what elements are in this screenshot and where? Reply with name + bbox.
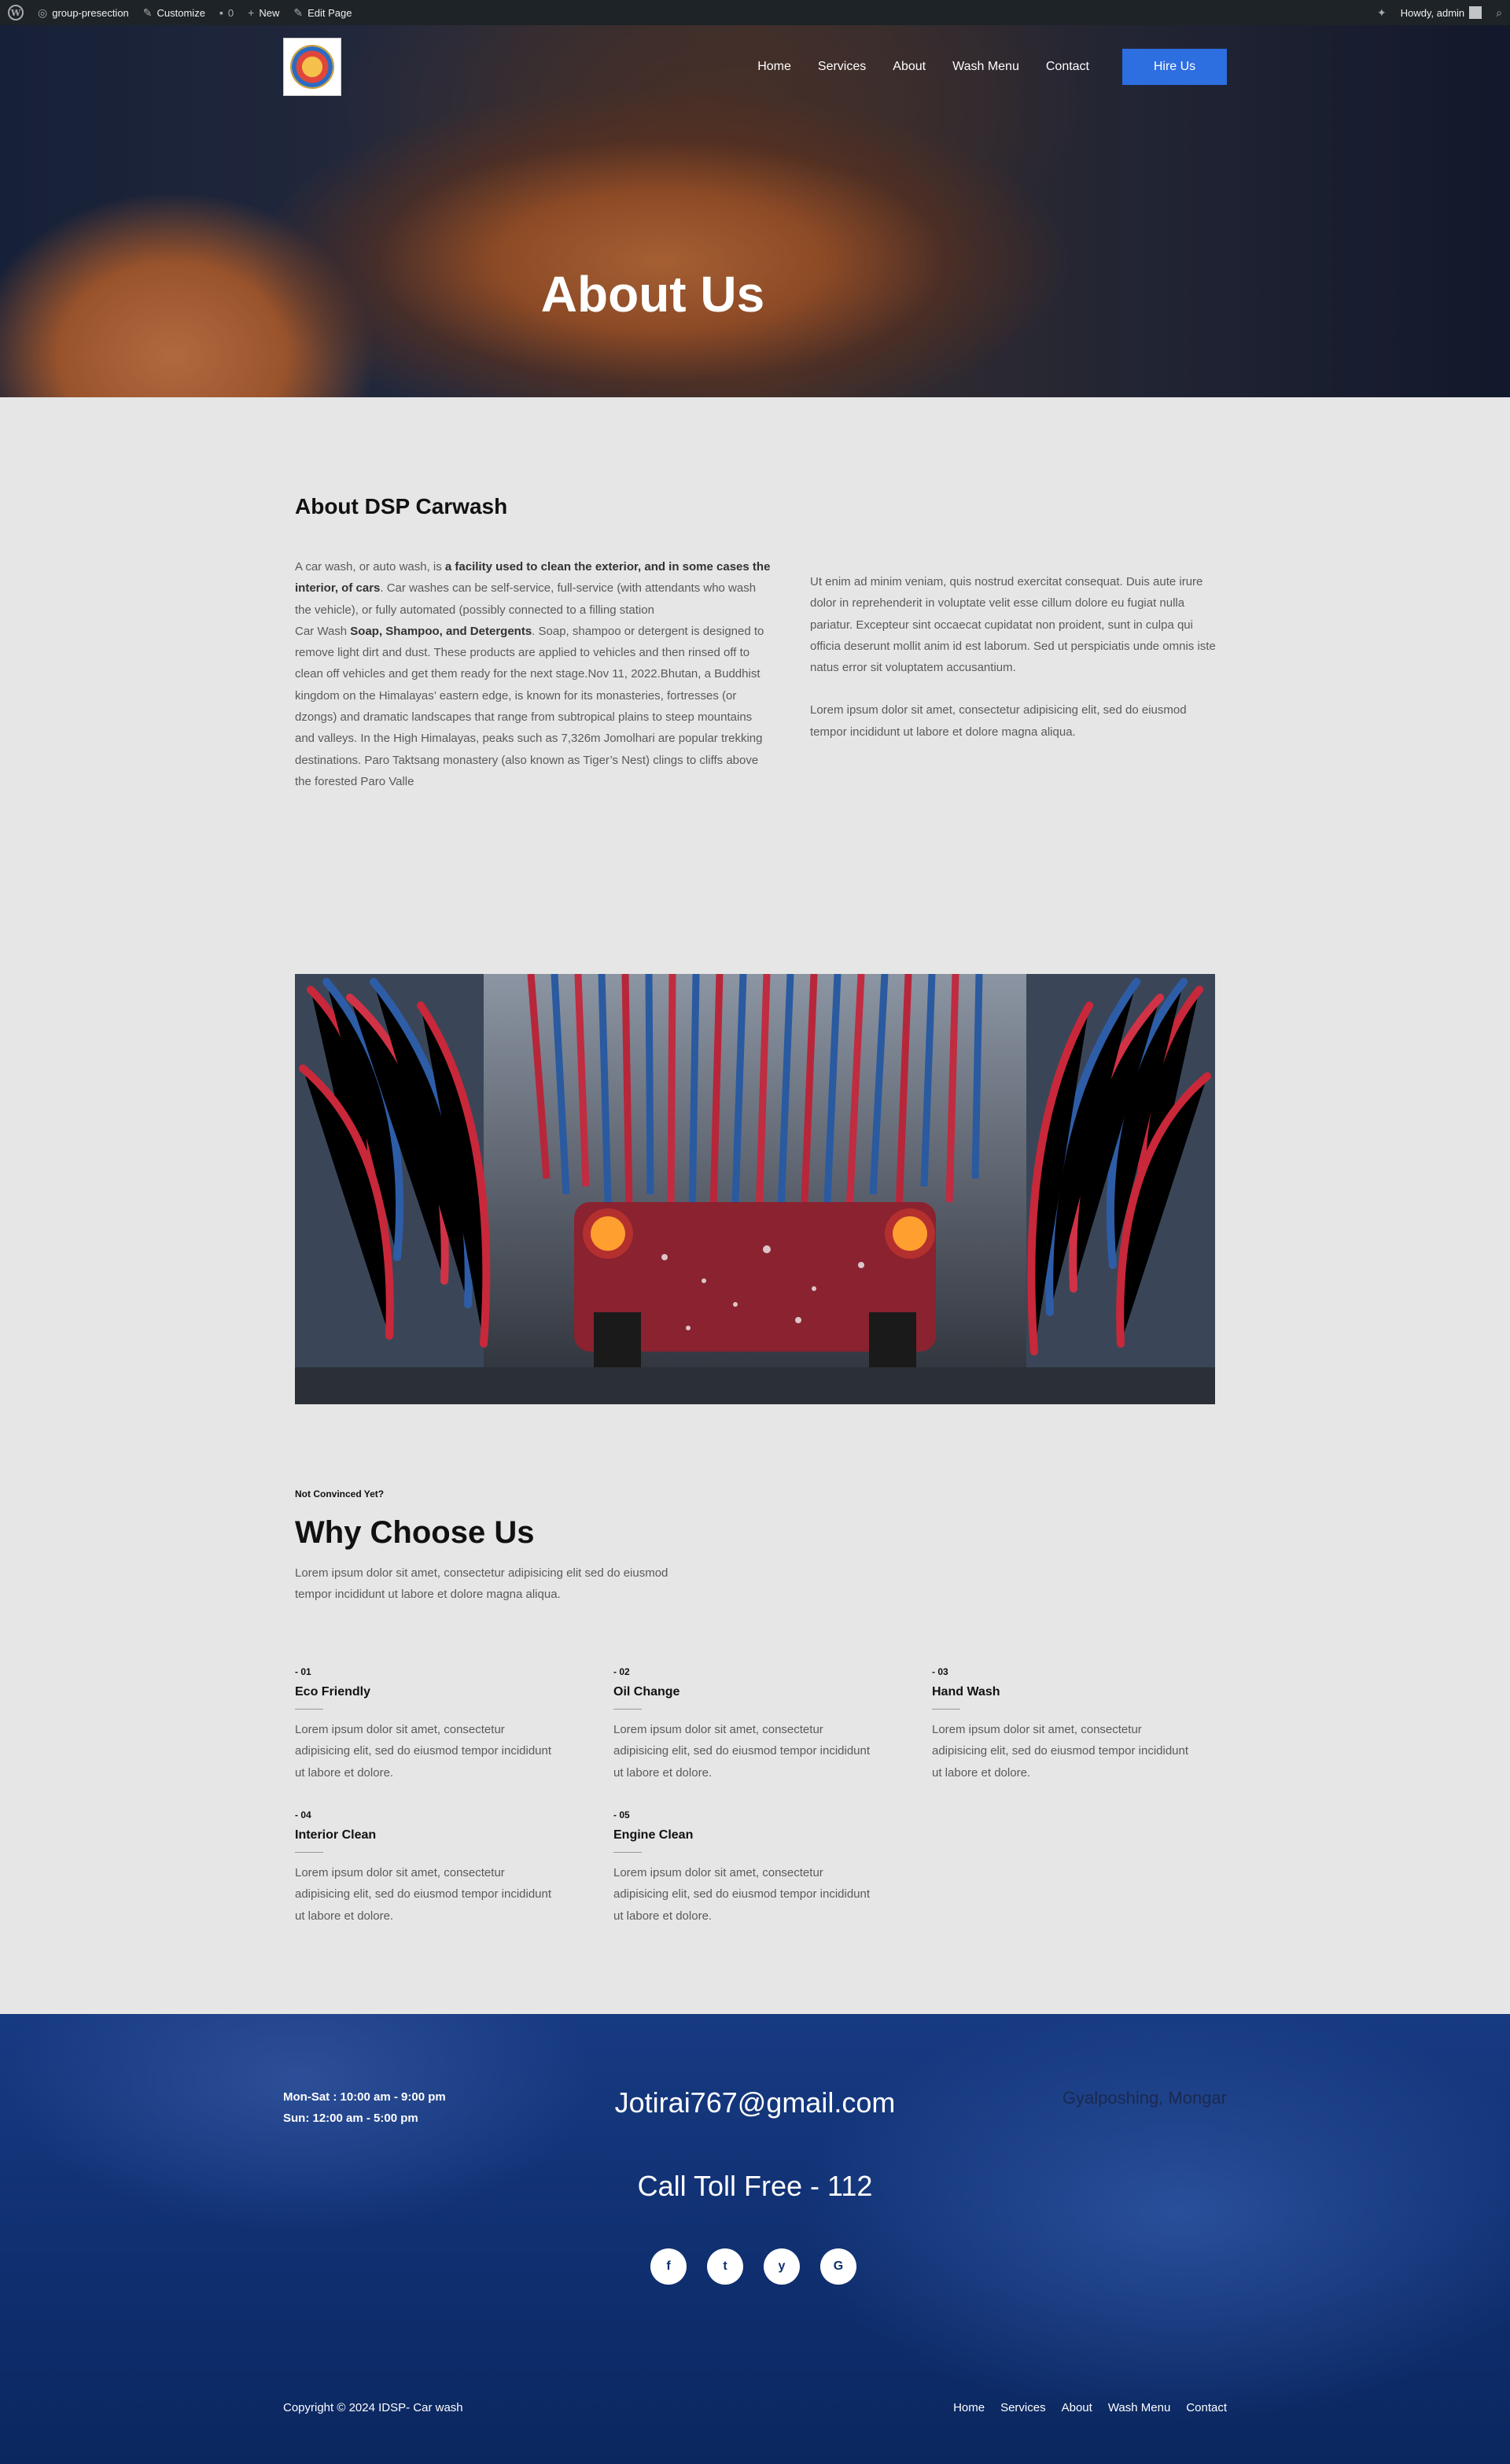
feature-title: Oil Change [613,1685,680,1699]
site-logo[interactable] [283,38,341,96]
feature-divider [932,1709,960,1710]
search-icon[interactable]: ⌕ [1496,6,1502,20]
hours-sunday: Sun: 12:00 am - 5:00 pm [283,2112,418,2125]
feature-title: Hand Wash [932,1685,1000,1699]
about-p2-bold: Soap, Shampoo, and Detergents [350,624,532,638]
copyright: Copyright © 2024 IDSP- Car wash [283,2401,463,2414]
page-title: About Us [540,266,765,323]
car-wash-image [295,974,1215,1404]
footer-nav: Home Services About Wash Menu Contact [953,2401,1227,2414]
car-wash-illustration [295,974,1215,1404]
howdy-label: Howdy, admin [1400,6,1465,19]
hire-us-button[interactable]: Hire Us [1122,49,1227,85]
yelp-icon[interactable]: y [764,2248,800,2285]
feature-description: Lorem ipsum dolor sit amet, consectetur … [295,1723,552,1780]
admin-bar: W ◎ group-presection ✎ Customize ▪ 0 + N… [0,0,1510,25]
feature-card: - 03 Hand Wash Lorem ipsum dolor sit ame… [932,1666,1191,1783]
feature-number: - 01 [295,1666,311,1677]
feature-number: - 04 [295,1809,311,1820]
feature-card: - 05 Engine Clean Lorem ipsum dolor sit … [613,1809,873,1927]
feature-number: - 03 [932,1666,948,1677]
hero-banner: Home Services About Wash Menu Contact Hi… [0,25,1510,397]
comment-icon: ▪ [219,6,223,19]
account-menu[interactable]: Howdy, admin [1401,6,1482,19]
business-hours: Mon-Sat : 10:00 am - 9:00 pm Sun: 12:00 … [283,2086,456,2129]
feature-title: Interior Clean [295,1828,377,1842]
nav-contact[interactable]: Contact [1046,60,1089,74]
toll-free-number[interactable]: Call Toll Free - 112 [0,2170,1510,2203]
social-links: f t y G [650,2248,856,2285]
new-content-link[interactable]: + New [248,6,279,19]
feature-title: Engine Clean [613,1828,694,1842]
main-nav: Home Services About Wash Menu Contact Hi… [731,49,1227,85]
sparkle-icon[interactable]: ✦ [1377,6,1387,20]
about-right-p2: Lorem ipsum dolor sit amet, consectetur … [810,703,1187,739]
contact-address: Gyalposhing, Mongar [1062,2088,1227,2108]
about-left-text: A car wash, or auto wash, is a facility … [295,556,775,792]
wordpress-logo-icon[interactable]: W [8,5,24,20]
about-p2-rest: . Soap, shampoo or detergent is designed… [295,624,764,788]
comments-count: 0 [227,6,234,19]
feature-number: - 02 [613,1666,630,1677]
contact-email[interactable]: Jotirai767@gmail.com [613,2086,897,2119]
avatar [1469,6,1482,19]
footer-nav-services[interactable]: Services [1000,2401,1046,2414]
nav-wash-menu[interactable]: Wash Menu [952,60,1019,74]
plus-icon: + [248,6,255,19]
site-footer: Mon-Sat : 10:00 am - 9:00 pm Sun: 12:00 … [0,2014,1510,2464]
feature-card: - 02 Oil Change Lorem ipsum dolor sit am… [613,1666,873,1783]
about-right-p1: Ut enim ad minim veniam, quis nostrud ex… [810,575,1216,675]
feature-description: Lorem ipsum dolor sit amet, consectetur … [613,1723,871,1780]
logo-seal [290,45,334,89]
feature-divider [613,1709,642,1710]
site-name-label: group-presection [52,6,129,19]
edit-page-label: Edit Page [308,6,352,19]
footer-nav-about[interactable]: About [1062,2401,1092,2414]
customize-label: Customize [157,6,205,19]
feature-divider [295,1709,323,1710]
customize-link[interactable]: ✎ Customize [143,6,205,20]
footer-nav-contact[interactable]: Contact [1186,2401,1227,2414]
edit-page-link[interactable]: ✎ Edit Page [293,6,352,20]
nav-home[interactable]: Home [757,60,791,74]
feature-description: Lorem ipsum dolor sit amet, consectetur … [613,1866,871,1923]
about-intro-text: A car wash, or auto wash, is [295,560,445,574]
about-right-text: Ut enim ad minim veniam, quis nostrud ex… [810,571,1219,743]
why-subtitle: Lorem ipsum dolor sit amet, consectetur … [295,1566,668,1601]
facebook-icon[interactable]: f [650,2248,687,2285]
pencil-icon: ✎ [293,6,304,19]
footer-nav-wash-menu[interactable]: Wash Menu [1108,2401,1170,2414]
twitter-icon[interactable]: t [707,2248,743,2285]
feature-divider [613,1852,642,1853]
feature-title: Eco Friendly [295,1685,371,1699]
dashboard-icon: ◎ [38,6,48,19]
feature-card: - 04 Interior Clean Lorem ipsum dolor si… [295,1809,554,1927]
feature-number: - 05 [613,1809,630,1820]
comments-link[interactable]: ▪ 0 [219,6,234,19]
footer-nav-home[interactable]: Home [953,2401,985,2414]
about-p2-text: Car Wash [295,624,351,638]
feature-description: Lorem ipsum dolor sit amet, consectetur … [932,1723,1189,1780]
nav-about[interactable]: About [893,60,926,74]
why-eyebrow: Not Convinced Yet? [295,1488,385,1499]
new-label: New [259,6,280,19]
site-name-link[interactable]: ◎ group-presection [38,6,129,20]
about-heading: About DSP Carwash [295,494,508,518]
why-heading: Why Choose Us [295,1515,535,1550]
nav-services[interactable]: Services [818,60,866,74]
hours-weekday: Mon-Sat : 10:00 am - 9:00 pm [283,2090,446,2104]
feature-divider [295,1852,323,1853]
feature-description: Lorem ipsum dolor sit amet, consectetur … [295,1866,552,1923]
brush-icon: ✎ [142,6,153,19]
google-icon[interactable]: G [820,2248,856,2285]
feature-card: - 01 Eco Friendly Lorem ipsum dolor sit … [295,1666,554,1783]
